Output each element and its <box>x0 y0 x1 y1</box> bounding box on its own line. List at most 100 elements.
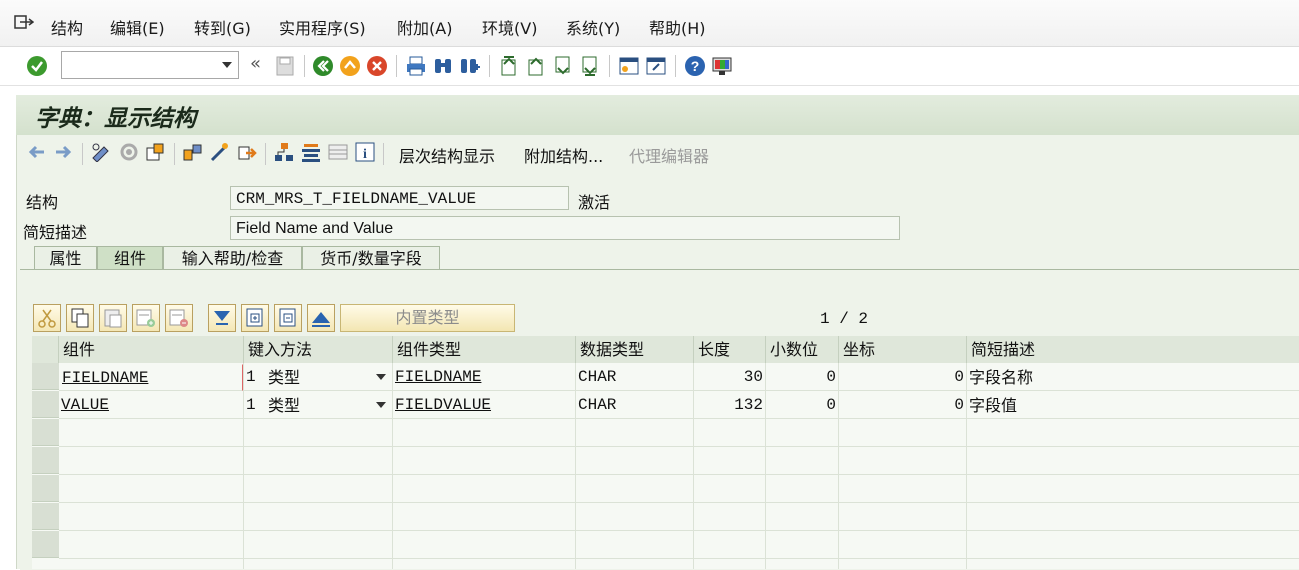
table-cell-component-type[interactable]: FIELDNAME <box>393 364 575 391</box>
row-selector[interactable] <box>32 503 59 530</box>
table-view-icon[interactable] <box>327 142 349 162</box>
column-header[interactable]: 数据类型 <box>576 336 694 363</box>
separator <box>675 55 676 77</box>
new-session-icon[interactable] <box>618 55 640 77</box>
proxy-editor-button[interactable]: 代理编辑器 <box>629 143 709 167</box>
row-selector[interactable] <box>32 363 59 390</box>
enter-check-icon[interactable] <box>26 55 48 77</box>
menu-goto[interactable]: 转到(G) <box>194 15 251 39</box>
mountain-icon <box>312 312 330 327</box>
dropdown-arrow-icon[interactable] <box>376 402 386 408</box>
chevron-down-icon[interactable] <box>222 62 232 68</box>
copy-row-button[interactable] <box>66 304 94 332</box>
help-icon[interactable]: ? <box>684 55 706 77</box>
paste-row-button[interactable] <box>99 304 127 332</box>
table-cell-component[interactable]: VALUE <box>59 392 243 419</box>
menu-edit[interactable]: 编辑(E) <box>110 15 165 39</box>
menu-bar: 结构 编辑(E) 转到(G) 实用程序(S) 附加(A) 环境(V) 系统(Y)… <box>0 0 1299 47</box>
menu-structure[interactable]: 结构 <box>51 15 83 39</box>
align-list-icon[interactable] <box>300 142 322 162</box>
svg-text:?: ? <box>691 58 700 74</box>
menu-extras[interactable]: 附加(A) <box>397 15 452 39</box>
exit-icon[interactable] <box>14 14 34 32</box>
menu-system[interactable]: 系统(Y) <box>566 15 620 39</box>
arrow-left-icon[interactable] <box>28 144 46 160</box>
menu-environment[interactable]: 环境(V) <box>482 15 537 39</box>
collapse-toolbar-icon[interactable]: « <box>250 53 261 74</box>
structure-field[interactable]: CRM_MRS_T_FIELDNAME_VALUE <box>230 186 569 210</box>
row-selector[interactable] <box>32 447 59 474</box>
separator <box>304 55 305 77</box>
magic-wand-icon[interactable] <box>209 142 231 162</box>
table-cell-data-type: CHAR <box>578 368 617 386</box>
info-icon[interactable]: i <box>354 142 376 162</box>
hierarchy-display-button[interactable]: 层次结构显示 <box>399 143 495 167</box>
navigate-icon[interactable] <box>236 142 258 162</box>
insert-row-button[interactable] <box>132 304 160 332</box>
select-all-header[interactable] <box>32 336 59 363</box>
grid-line <box>59 474 1299 475</box>
row-selector[interactable] <box>32 391 59 418</box>
cut-row-button[interactable] <box>33 304 61 332</box>
short-description-field[interactable]: Field Name and Value <box>230 216 900 240</box>
table-cell-coordinate: 0 <box>954 368 964 386</box>
menu-help[interactable]: 帮助(H) <box>649 15 706 39</box>
grid-line <box>59 558 1299 559</box>
display-change-icon[interactable] <box>90 142 112 162</box>
column-header[interactable]: 简短描述 <box>967 336 1299 363</box>
row-selector[interactable] <box>32 531 59 558</box>
table-cell-typing[interactable]: 类型 <box>266 364 366 391</box>
tab-input-help[interactable]: 输入帮助/检查 <box>163 246 302 270</box>
separator <box>383 143 384 165</box>
filter-button[interactable] <box>208 304 236 332</box>
delete-row-button[interactable] <box>165 304 193 332</box>
tab-currency-quantity[interactable]: 货币/数量字段 <box>302 246 440 270</box>
find-next-icon[interactable] <box>459 55 481 77</box>
tab-attributes[interactable]: 属性 <box>34 246 97 270</box>
arrow-right-icon[interactable] <box>54 144 72 160</box>
row-selector[interactable] <box>32 475 59 502</box>
table-cell-decimals: 0 <box>826 368 836 386</box>
back-icon[interactable] <box>312 55 334 77</box>
append-structure-button[interactable]: 附加结构... <box>524 143 603 167</box>
row-selector[interactable] <box>32 419 59 446</box>
collapse-include-button[interactable] <box>274 304 302 332</box>
separator <box>265 143 266 165</box>
command-field[interactable] <box>61 51 239 79</box>
column-header[interactable]: 长度 <box>694 336 766 363</box>
dropdown-arrow-icon[interactable] <box>376 374 386 380</box>
column-header[interactable]: 组件 <box>59 336 244 363</box>
table-cell-typing[interactable]: 类型 <box>266 392 366 419</box>
save-icon[interactable] <box>274 55 296 77</box>
next-page-icon[interactable] <box>552 55 574 77</box>
table-cell-component[interactable]: FIELDNAME <box>59 364 243 391</box>
standard-toolbar: « ? <box>0 47 1299 86</box>
column-header[interactable]: 坐标 <box>839 336 967 363</box>
print-icon[interactable] <box>405 55 427 77</box>
hierarchy-icon[interactable] <box>273 142 295 162</box>
customize-layout-icon[interactable] <box>711 55 733 77</box>
page-indicator: 1 / 2 <box>820 310 869 328</box>
exit-up-icon[interactable] <box>339 55 361 77</box>
tab-components[interactable]: 组件 <box>97 246 163 270</box>
cancel-icon[interactable] <box>366 55 388 77</box>
previous-page-icon[interactable] <box>525 55 547 77</box>
column-header[interactable]: 小数位 <box>766 336 839 363</box>
first-page-icon[interactable] <box>498 55 520 77</box>
table-cell-length: 132 <box>734 396 763 414</box>
grid-line <box>59 530 1299 531</box>
menu-utilities[interactable]: 实用程序(S) <box>279 15 366 39</box>
table-cell-component-type[interactable]: FIELDVALUE <box>393 392 575 419</box>
column-header[interactable]: 组件类型 <box>393 336 576 363</box>
activate-icon[interactable] <box>118 142 140 162</box>
find-icon[interactable] <box>432 55 454 77</box>
object-list-icon[interactable] <box>182 142 204 162</box>
last-page-icon[interactable] <box>579 55 601 77</box>
column-header[interactable]: 键入方法 <box>244 336 393 363</box>
shortcut-icon[interactable] <box>645 55 667 77</box>
where-used-icon[interactable] <box>145 142 167 162</box>
expand-include-button[interactable] <box>241 304 269 332</box>
status-text: 激活 <box>578 193 611 212</box>
builtin-type-button[interactable]: 内置类型 <box>340 304 515 332</box>
sort-button[interactable] <box>307 304 335 332</box>
